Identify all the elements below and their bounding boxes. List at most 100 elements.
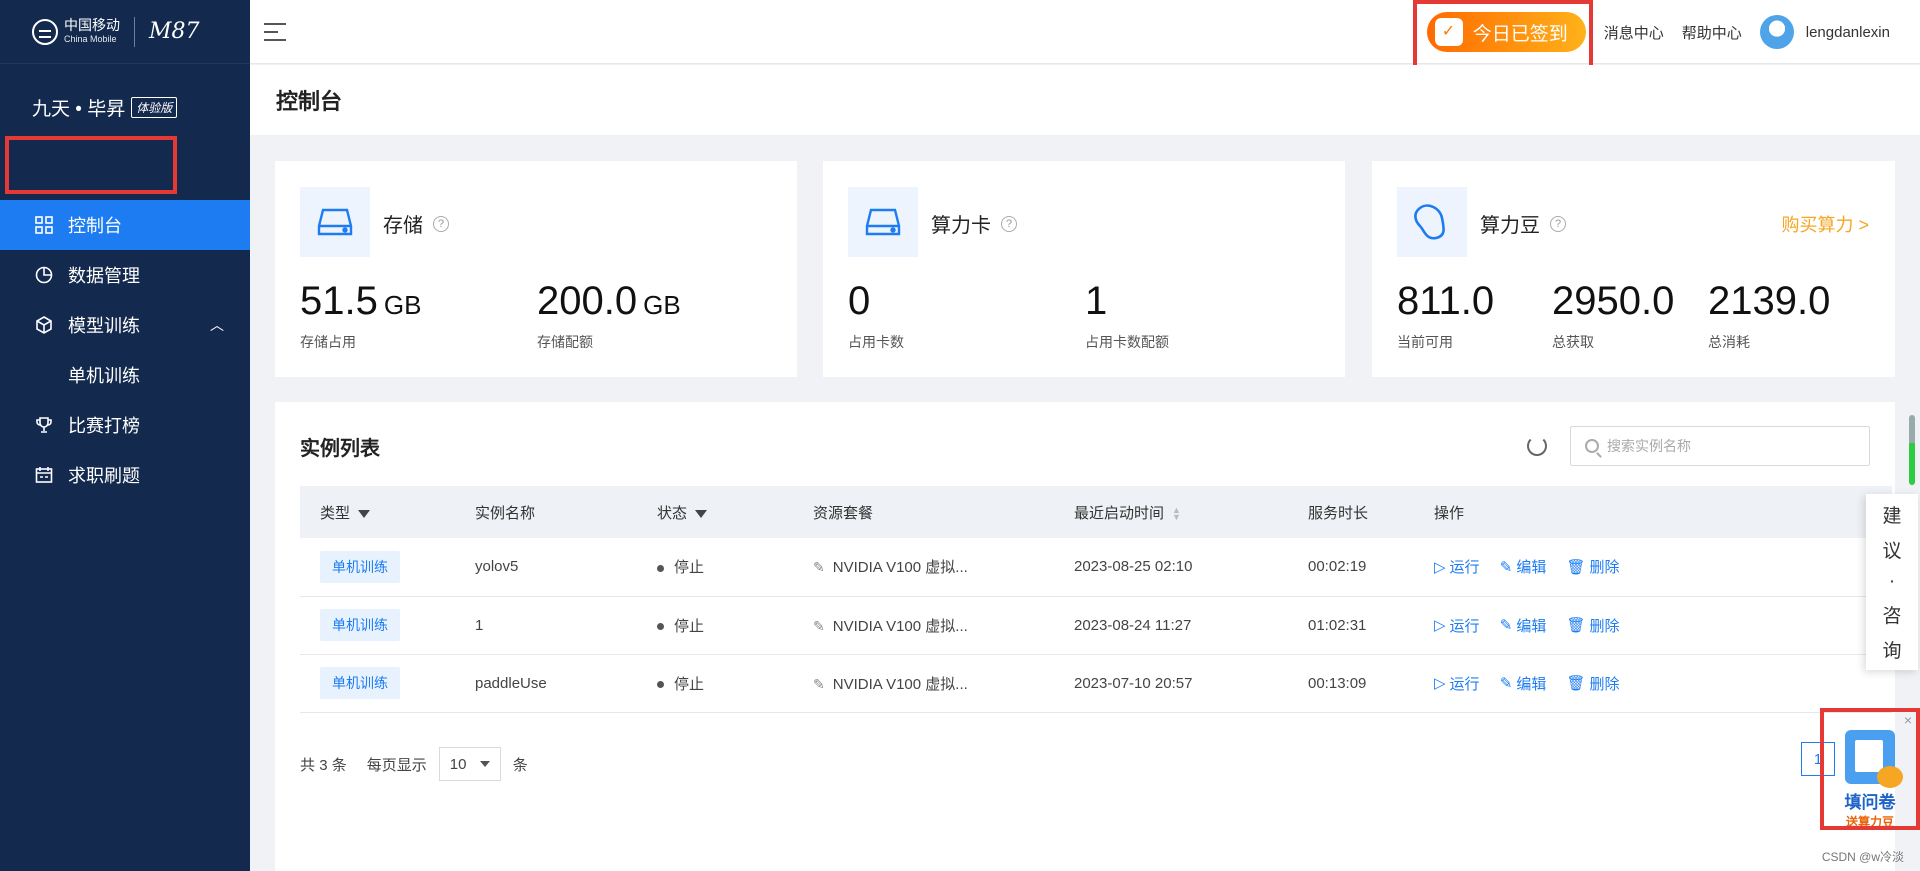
top-header: 今日已签到 消息中心 帮助中心 lengdanlexin <box>250 0 1920 64</box>
cell-name: paddleUse <box>455 654 637 713</box>
per-page-select[interactable]: 10 <box>438 747 501 781</box>
delete-button[interactable]: 🗑 删除 <box>1567 556 1620 577</box>
cell-started: 2023-08-24 11:27 <box>1054 596 1288 655</box>
delete-button[interactable]: 🗑 删除 <box>1567 615 1620 636</box>
edit-icon: ✎ <box>1499 558 1513 576</box>
run-button[interactable]: ▷ 运行 <box>1434 615 1480 636</box>
edit-pencil-icon[interactable]: ✎ <box>813 676 825 693</box>
sidebar-item-jobs[interactable]: 求职刷题 <box>0 450 250 500</box>
search-input[interactable]: 搜索实例名称 <box>1570 426 1870 466</box>
sort-icon[interactable]: ▲ ▼ <box>1172 505 1181 521</box>
cell-status: 停止 <box>637 596 793 655</box>
package-text: NVIDIA V100 虚拟... <box>832 559 968 577</box>
stat-value: 2139.0 <box>1708 279 1831 323</box>
play-icon: ▷ <box>1434 675 1446 692</box>
chevron-up-icon: ︿ <box>210 317 224 333</box>
user-menu[interactable]: lengdanlexin <box>1759 15 1890 49</box>
col-started[interactable]: 最近启动时间 ▲ ▼ <box>1054 486 1288 538</box>
col-status[interactable]: 状态 <box>637 486 793 538</box>
compute-beans-card: 算力豆 ? 购买算力 > 811.0 当前可用 2950.0 总获取 2139.… <box>1372 161 1895 377</box>
gpu-card-icon <box>848 187 918 257</box>
edit-button[interactable]: ✎ 编辑 <box>1500 673 1547 694</box>
scrollbar[interactable] <box>1909 415 1915 485</box>
dropdown-arrow-icon <box>479 761 490 767</box>
stat-label: 占用卡数 <box>848 334 904 350</box>
checkin-label: 今日已签到 <box>1472 23 1568 45</box>
total-prefix: 共 <box>300 756 316 774</box>
status-dot <box>657 623 664 631</box>
status-dot <box>657 681 664 689</box>
help-icon[interactable]: ? <box>1001 215 1017 232</box>
help-center-link[interactable]: 帮助中心 <box>1682 22 1742 43</box>
survey-widget[interactable]: × 填问卷 送算力豆 <box>1822 710 1918 830</box>
instance-table: 类型 实例名称 状态 资源套餐 最近启动时间 ▲ ▼ 服务时长 操作 单机训练 yo… <box>300 486 1892 713</box>
cell-package: ✎ NVIDIA V100 虚拟... <box>793 596 1054 655</box>
brand-name: 中国移动 <box>64 16 120 33</box>
play-icon: ▷ <box>1434 558 1446 576</box>
stat-value: 2950.0 <box>1552 279 1675 323</box>
run-button[interactable]: ▷ 运行 <box>1434 673 1480 694</box>
watermark: CSDN @w冷淡 <box>1821 850 1904 864</box>
china-mobile-logo-icon <box>32 18 58 45</box>
per-page-value: 10 <box>449 755 467 773</box>
sidebar-item-training[interactable]: 模型训练 ︿ <box>0 300 250 350</box>
questionnaire-icon <box>1845 730 1903 788</box>
filter-icon[interactable] <box>695 509 708 518</box>
sidebar-item-console[interactable]: 控制台 <box>0 200 250 250</box>
per-page-suffix: 条 <box>512 756 528 774</box>
type-tag: 单机训练 <box>320 609 400 641</box>
advice-consult-button[interactable]: 建 议 · 咨 询 <box>1866 494 1918 670</box>
type-tag: 单机训练 <box>320 550 400 583</box>
stat-value: 200.0 <box>537 279 638 323</box>
trash-icon: 🗑 <box>1566 617 1586 634</box>
gpu-card: 算力卡 ? 0 占用卡数 1 占用卡数配额 <box>823 161 1345 377</box>
close-icon[interactable]: × <box>1904 712 1912 728</box>
run-button[interactable]: ▷ 运行 <box>1434 556 1480 577</box>
help-icon[interactable]: ? <box>1550 215 1566 232</box>
sidebar-item-competition[interactable]: 比赛打榜 <box>0 400 250 450</box>
play-icon: ▷ <box>1434 617 1446 634</box>
product-name: 九天 • 毕昇 体验版 <box>0 64 250 200</box>
table-row: 单机训练 1 停止 ✎ NVIDIA V100 虚拟... 2023-08-24 … <box>300 596 1892 655</box>
col-duration: 服务时长 <box>1308 504 1369 522</box>
stat-value: 811.0 <box>1397 279 1495 323</box>
refresh-icon[interactable] <box>1527 436 1547 456</box>
trophy-icon <box>34 415 54 435</box>
col-type[interactable]: 类型 <box>300 486 455 538</box>
stat-value: 51.5 <box>300 279 378 323</box>
status-text: 停止 <box>674 559 705 577</box>
help-icon[interactable]: ? <box>433 215 449 232</box>
cell-started: 2023-08-25 02:10 <box>1054 538 1288 597</box>
sidebar-item-single-training[interactable]: 单机训练 <box>0 350 250 400</box>
sidebar-item-label: 控制台 <box>68 216 122 236</box>
delete-button[interactable]: 🗑 删除 <box>1567 673 1620 694</box>
brand-divider <box>134 16 135 47</box>
brand-logo[interactable]: 中国移动 China Mobile M87 <box>0 0 250 64</box>
edit-button[interactable]: ✎ 编辑 <box>1500 556 1547 577</box>
cell-status: 停止 <box>637 538 793 597</box>
instance-list-panel: 实例列表 搜索实例名称 类型 实例名称 状态 资源套餐 最近启动时间 ▲ ▼ 服务时… <box>275 402 1895 871</box>
edit-pencil-icon[interactable]: ✎ <box>813 559 825 576</box>
cube-icon <box>34 315 54 335</box>
menu-fold-icon[interactable] <box>264 22 286 41</box>
product-title: 九天 • 毕昇 <box>32 99 126 120</box>
message-center-link[interactable]: 消息中心 <box>1604 22 1664 43</box>
edit-button[interactable]: ✎ 编辑 <box>1500 615 1547 636</box>
cell-duration: 00:13:09 <box>1288 654 1414 713</box>
filter-icon[interactable] <box>358 509 371 518</box>
hard-drive-icon <box>300 187 370 257</box>
grid-icon <box>34 215 54 235</box>
edit-pencil-icon[interactable]: ✎ <box>813 618 825 635</box>
col-name: 实例名称 <box>475 504 536 522</box>
buy-compute-link[interactable]: 购买算力 > <box>1781 211 1869 237</box>
sidebar-item-label: 比赛打榜 <box>68 416 140 436</box>
sidebar-item-data[interactable]: 数据管理 <box>0 250 250 300</box>
edit-icon: ✎ <box>1499 617 1513 634</box>
instance-list-title: 实例列表 <box>300 438 380 460</box>
status-text: 停止 <box>674 617 705 635</box>
stat-label: 总获取 <box>1552 334 1594 350</box>
edit-icon: ✎ <box>1499 675 1513 692</box>
brand-sub: China Mobile <box>64 33 117 44</box>
checkin-button[interactable]: 今日已签到 <box>1426 12 1586 52</box>
pie-chart-icon <box>34 265 54 285</box>
